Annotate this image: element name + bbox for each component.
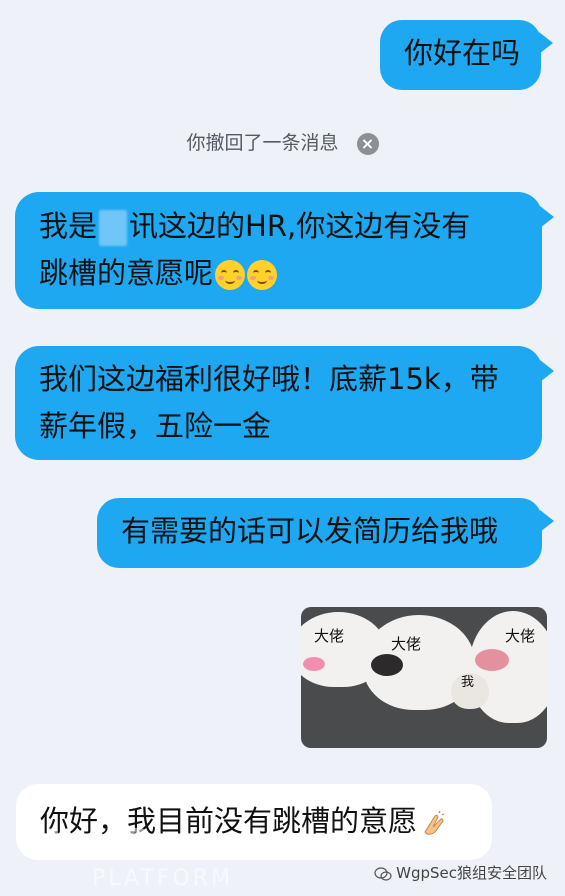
message-bubble-sent[interactable]: 有需要的话可以发简历给我哦 — [97, 498, 542, 568]
sticker-label: 大佬 — [505, 627, 536, 645]
message-bubble-sent[interactable]: 我是 讯这边的HR,你这边有没有 跳槽的意愿呢 — [15, 192, 542, 309]
message-line: 跳槽的意愿呢 — [39, 250, 542, 297]
watermark-text: WgpSec — [35, 822, 195, 862]
message-text: 你好在吗 — [404, 36, 521, 70]
smile-emoji-icon — [247, 260, 278, 290]
wechat-icon — [374, 866, 392, 881]
message-line: 我是 讯这边的HR,你这边有没有 — [39, 203, 542, 250]
footer-text: WgpSec狼组安全团队 — [396, 864, 547, 882]
message-bubble-sent[interactable]: 你好在吗 — [380, 20, 541, 90]
dog-tongue — [303, 657, 325, 671]
smile-emoji-icon — [215, 260, 246, 290]
bubble-tail — [540, 360, 554, 382]
clapping-hands-icon — [424, 810, 445, 835]
sticker-label: 大佬 — [391, 635, 422, 653]
bubble-tail — [540, 206, 554, 228]
sticker-label: 大佬 — [314, 627, 345, 645]
message-line: 我们这边福利很好哦！底薪15k，带 — [39, 362, 499, 396]
redacted-text — [99, 210, 128, 246]
dog-nose-pink — [475, 649, 509, 671]
sticker-label: 我 — [461, 675, 475, 690]
message-line: 薪年假，五险一金 — [39, 409, 272, 443]
message-text: 我是 — [39, 209, 98, 243]
recall-notice-text: 你撤回了一条消息 — [186, 132, 339, 154]
bubble-tail — [540, 510, 554, 532]
dog-nose — [371, 654, 403, 676]
recall-notice: 你撤回了一条消息 × — [0, 128, 565, 158]
message-bubble-sent[interactable]: 我们这边福利很好哦！底薪15k，带 薪年假，五险一金 — [15, 346, 542, 460]
message-text: 有需要的话可以发简历给我哦 — [121, 514, 499, 548]
message-text: 跳槽的意愿呢 — [39, 256, 214, 290]
message-text: 讯这边的HR,你这边有没有 — [129, 209, 471, 243]
close-icon[interactable]: × — [356, 132, 379, 155]
watermark-text: PLATFORM — [92, 866, 234, 891]
bubble-tail — [539, 32, 553, 54]
sticker-image[interactable]: 大佬 大佬 大佬 我 — [301, 607, 547, 748]
footer-credit: WgpSec狼组安全团队 — [374, 862, 547, 883]
